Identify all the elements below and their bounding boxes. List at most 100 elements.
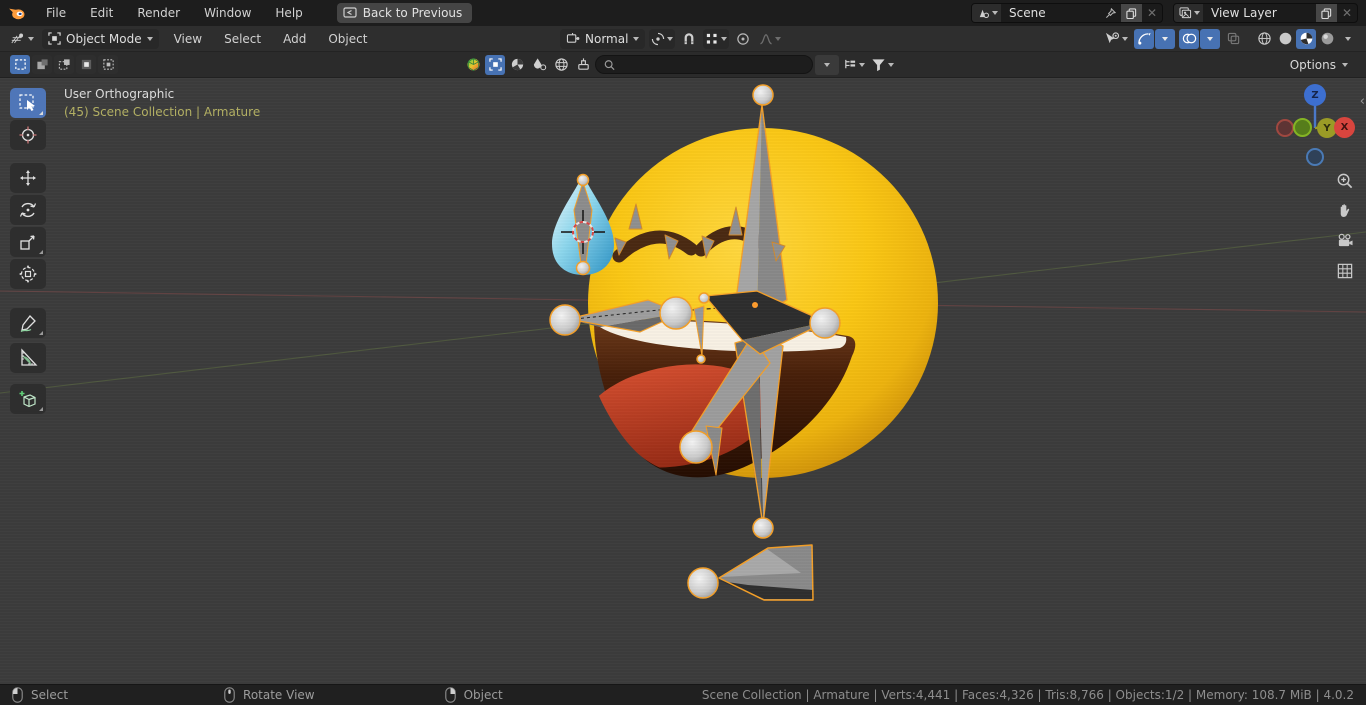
tool-measure[interactable] <box>10 343 46 373</box>
editor-type-button[interactable] <box>8 29 36 49</box>
search-input[interactable] <box>620 57 804 72</box>
top-bar: File Edit Render Window Help Back to Pre… <box>0 0 1366 26</box>
menu-add[interactable]: Add <box>272 32 317 46</box>
unlink-x-icon[interactable]: ✕ <box>1142 4 1162 22</box>
view-layer-browse-button[interactable] <box>1174 4 1203 22</box>
blender-logo-icon[interactable] <box>0 6 34 20</box>
overlays-dropdown[interactable] <box>1200 28 1220 49</box>
shading-rendered-button[interactable] <box>1317 29 1337 49</box>
filter-dropdown[interactable] <box>869 55 896 75</box>
gizmo-dropdown[interactable] <box>1155 28 1175 49</box>
options-dropdown[interactable]: Options <box>1282 55 1356 75</box>
menu-select[interactable]: Select <box>213 32 272 46</box>
select-mode-invert[interactable] <box>76 55 96 74</box>
select-mode-group <box>0 55 118 74</box>
menu-file[interactable]: File <box>34 0 78 26</box>
chevron-down-icon <box>888 62 894 67</box>
camera-view-button[interactable] <box>1334 230 1356 252</box>
chevron-down-icon <box>1342 62 1348 67</box>
viewport-editor-icon <box>11 32 24 43</box>
shading-material-button[interactable] <box>1296 28 1316 49</box>
axis-z-positive[interactable]: Z <box>1304 84 1326 106</box>
paddle-bone[interactable] <box>718 544 814 601</box>
tree-display-dropdown[interactable] <box>841 55 867 75</box>
tool-cursor[interactable] <box>10 120 46 150</box>
mode-dropdown[interactable]: Object Mode <box>42 28 159 49</box>
search-field[interactable] <box>595 55 813 74</box>
collapse-panel-button[interactable] <box>815 54 839 75</box>
scene-browse-button[interactable] <box>972 4 1001 22</box>
show-gizmo-toggle[interactable] <box>1134 28 1154 49</box>
select-mode-intersect[interactable] <box>98 55 118 74</box>
proportional-editing-toggle[interactable] <box>733 29 753 49</box>
blender-window: File Edit Render Window Help Back to Pre… <box>0 0 1366 705</box>
pivot-icon <box>652 32 665 45</box>
axis-x-label: X <box>1340 122 1349 133</box>
brush-filter-icon[interactable] <box>573 55 593 75</box>
chevron-down-icon <box>1194 11 1200 15</box>
pan-button[interactable] <box>1334 200 1356 222</box>
show-overlays-toggle[interactable] <box>1179 28 1199 49</box>
shading-solid-button[interactable] <box>1275 29 1295 49</box>
axis-z-negative[interactable] <box>1306 148 1324 166</box>
select-mode-extend[interactable] <box>32 55 52 74</box>
grid-icon <box>1337 263 1353 279</box>
scene-stats: Scene Collection | Armature | Verts:4,44… <box>701 688 1354 702</box>
tool-transform[interactable] <box>10 259 46 289</box>
sidebar-toggle-arrow[interactable]: ‹ <box>1360 94 1365 109</box>
menu-edit[interactable]: Edit <box>78 0 125 26</box>
object-mode-icon <box>48 32 61 45</box>
object-filter-icon[interactable] <box>485 54 505 75</box>
new-copy-button[interactable] <box>1315 4 1337 22</box>
shading-dropdown[interactable] <box>1338 29 1358 49</box>
snap-toggle[interactable] <box>679 29 699 49</box>
active-object-label: (45) Scene Collection | Armature <box>64 105 261 119</box>
world-filter-icon[interactable] <box>551 55 571 75</box>
tool-rotate[interactable] <box>10 195 46 225</box>
pivot-point-dropdown[interactable] <box>649 28 676 49</box>
scene-name[interactable]: Scene <box>1001 6 1100 20</box>
view-layer-name[interactable]: View Layer <box>1203 6 1316 20</box>
zoom-button[interactable] <box>1334 170 1356 192</box>
shading-filter-icon[interactable] <box>507 55 527 75</box>
status-bar: Select Rotate View Object Scene Collecti… <box>0 684 1366 705</box>
tool-move[interactable] <box>10 163 46 193</box>
hint-object-label: Object <box>463 688 503 702</box>
visibility-dropdown[interactable] <box>1102 29 1130 49</box>
chevron-down-icon <box>1122 36 1128 41</box>
select-mode-set[interactable] <box>10 55 30 74</box>
axis-y-positive-ball[interactable] <box>1293 118 1312 137</box>
funnel-icon <box>872 58 885 71</box>
scale-icon <box>20 235 35 250</box>
scene-3d[interactable] <box>0 78 1366 684</box>
menu-view[interactable]: View <box>163 32 213 46</box>
transform-orientation-dropdown[interactable]: Normal <box>560 28 646 49</box>
tool-select-box[interactable] <box>10 88 46 118</box>
chevron-down-icon <box>859 62 865 67</box>
pin-icon[interactable] <box>1100 4 1121 22</box>
toggle-ortho-button[interactable] <box>1334 260 1356 282</box>
snap-target-dropdown[interactable] <box>703 28 730 49</box>
menu-help[interactable]: Help <box>263 0 314 26</box>
viewport-canvas[interactable]: User Orthographic (45) Scene Collection … <box>0 78 1366 684</box>
axis-x-negative[interactable] <box>1276 119 1294 137</box>
falloff-dropdown[interactable] <box>757 29 783 49</box>
axis-x-positive[interactable]: X <box>1334 117 1355 138</box>
remove-x-icon[interactable]: ✕ <box>1337 4 1357 22</box>
tool-scale[interactable] <box>10 227 46 257</box>
mode-label: Object Mode <box>66 31 142 46</box>
tool-annotate[interactable] <box>10 308 46 338</box>
tool-add-cube[interactable] <box>10 384 46 414</box>
back-to-previous-button[interactable]: Back to Previous <box>336 3 473 23</box>
fluid-filter-icon[interactable] <box>529 55 549 75</box>
menu-render[interactable]: Render <box>125 0 192 26</box>
menu-window[interactable]: Window <box>192 0 263 26</box>
navigation-gizmo[interactable]: Z Y X <box>1272 84 1360 174</box>
shading-wireframe-button[interactable] <box>1254 29 1274 49</box>
mesh-data-filter-icon[interactable] <box>463 55 483 75</box>
xray-toggle[interactable] <box>1224 29 1244 49</box>
new-copy-button[interactable] <box>1120 4 1142 22</box>
select-mode-subtract[interactable] <box>54 55 74 74</box>
measure-icon <box>21 348 38 366</box>
menu-object[interactable]: Object <box>317 32 378 46</box>
